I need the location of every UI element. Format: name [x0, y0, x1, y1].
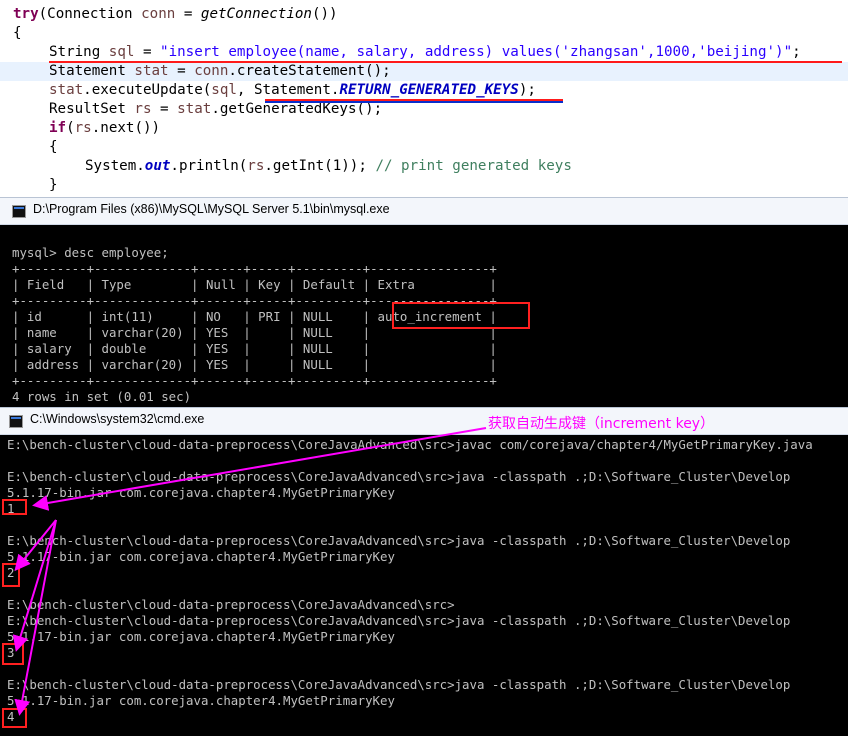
cmd-titlebar[interactable]: C:\Windows\system32\cmd.exe	[0, 407, 848, 435]
code-line-brace-close: }	[49, 177, 58, 193]
auto-increment-highlight-box	[392, 302, 530, 329]
key-2-highlight-box	[2, 563, 20, 587]
cmd-window-title: C:\Windows\system32\cmd.exe	[30, 412, 205, 426]
generated-keys-blue-underline	[265, 101, 563, 103]
code-line-try: try(Connection conn = getConnection())	[13, 6, 338, 22]
cmd-line: E:\bench-cluster\cloud-data-preprocess\C…	[7, 533, 791, 548]
code-line-sql: String sql = "insert employee(name, sala…	[49, 44, 801, 60]
code-line-brace-open: {	[13, 25, 22, 41]
console-app-icon	[12, 205, 26, 218]
mysql-window[interactable]: D:\Program Files (x86)\MySQL\MySQL Serve…	[0, 197, 848, 407]
code-line-println: System.out.println(rs.getInt(1)); // pri…	[85, 158, 572, 174]
cmd-line: E:\bench-cluster\cloud-data-preprocess\C…	[7, 469, 791, 484]
mysql-line: | address | varchar(20) | YES | | NULL |…	[12, 357, 497, 372]
cmd-line: 5.1.17-bin.jar com.corejava.chapter4.MyG…	[7, 549, 395, 564]
mysql-line: 4 rows in set (0.01 sec)	[12, 389, 192, 404]
mysql-line: mysql> desc employee;	[12, 245, 169, 260]
cmd-window[interactable]: C:\Windows\system32\cmd.exe E:\bench-clu…	[0, 407, 848, 736]
cmd-line: 5.1.17-bin.jar com.corejava.chapter4.MyG…	[7, 485, 395, 500]
mysql-line: +---------+-------------+------+-----+--…	[12, 261, 497, 276]
cmd-line: E:\bench-cluster\cloud-data-preprocess\C…	[7, 437, 813, 452]
cmd-line: 5.1.17-bin.jar com.corejava.chapter4.MyG…	[7, 693, 395, 708]
mysql-console[interactable]: mysql> desc employee; +---------+-------…	[0, 225, 848, 407]
mysql-line: | Field | Type | Null | Key | Default | …	[12, 277, 497, 292]
mysql-line: | salary | double | YES | | NULL | |	[12, 341, 497, 356]
code-line-brace-open-inner: {	[49, 139, 58, 155]
mysql-line: +---------+-------------+------+-----+--…	[12, 373, 497, 388]
key-4-highlight-box	[2, 708, 27, 728]
cmd-line: E:\bench-cluster\cloud-data-preprocess\C…	[7, 597, 455, 612]
console-app-icon	[9, 415, 23, 428]
code-line-statement: Statement stat = conn.createStatement();	[49, 63, 391, 79]
code-line-if: if(rs.next())	[49, 120, 161, 136]
cmd-line: 5.1.17-bin.jar com.corejava.chapter4.MyG…	[7, 629, 395, 644]
mysql-window-title: D:\Program Files (x86)\MySQL\MySQL Serve…	[33, 202, 390, 216]
annotation-label: 获取自动生成键（increment key）	[488, 416, 715, 432]
cmd-line: E:\bench-cluster\cloud-data-preprocess\C…	[7, 613, 791, 628]
mysql-titlebar[interactable]: D:\Program Files (x86)\MySQL\MySQL Serve…	[0, 197, 848, 225]
key-3-highlight-box	[2, 643, 24, 665]
sql-red-underline	[49, 61, 842, 63]
cmd-console[interactable]: E:\bench-cluster\cloud-data-preprocess\C…	[0, 435, 848, 736]
code-editor[interactable]: try(Connection conn = getConnection()) {…	[0, 0, 848, 196]
cmd-line: E:\bench-cluster\cloud-data-preprocess\C…	[7, 677, 791, 692]
key-1-highlight-box	[2, 499, 27, 515]
code-line-execute-update: stat.executeUpdate(sql, Statement.RETURN…	[49, 82, 536, 98]
